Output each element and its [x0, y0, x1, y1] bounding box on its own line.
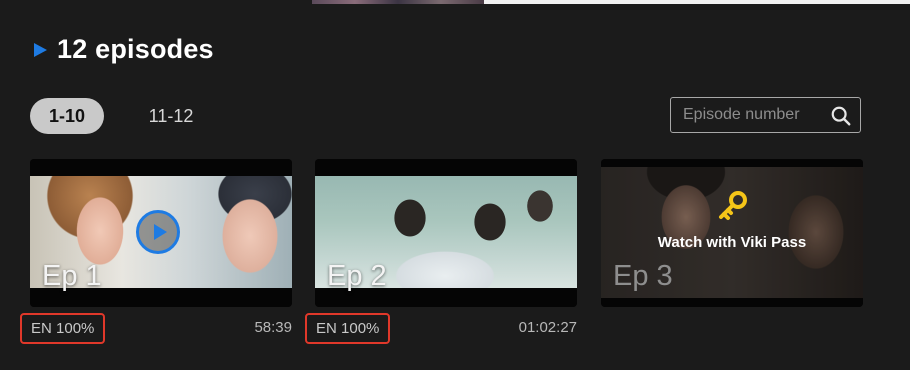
- viki-pass-text: Watch with Viki Pass: [657, 234, 807, 251]
- letterbox-top: [30, 159, 292, 176]
- play-marker-icon: [34, 42, 47, 57]
- episode-number-input[interactable]: [671, 105, 835, 125]
- episode-card-2[interactable]: Ep 2 EN 100% 01:02:27: [305, 159, 577, 345]
- letterbox-top: [601, 159, 863, 167]
- tab-11-12[interactable]: 11-12: [134, 98, 208, 134]
- episode-label: Ep 1: [42, 260, 102, 292]
- episode-meta: EN 100% 58:39: [20, 313, 292, 345]
- episode-card-1[interactable]: Ep 1 EN 100% 58:39: [20, 159, 292, 345]
- episodes-title: 12 episodes: [57, 34, 214, 64]
- episodes-page: 12 episodes 1-10 11-12 Ep 1 EN 100% 58:3…: [0, 0, 910, 370]
- episode-range-tabs: 1-10 11-12: [30, 98, 208, 134]
- search-icon[interactable]: [830, 105, 852, 127]
- subtitle-badge: EN 100%: [305, 313, 391, 344]
- episode-thumbnail[interactable]: Watch with Viki Pass Ep 3: [601, 159, 863, 307]
- episode-label: Ep 3: [613, 260, 673, 292]
- key-icon: [719, 191, 747, 220]
- play-icon: [153, 224, 167, 240]
- episode-duration: 01:02:27: [518, 319, 577, 336]
- top-panel: [484, 0, 910, 4]
- thumbnail-strip: [312, 0, 484, 4]
- episodes-header: 12 episodes: [34, 34, 214, 65]
- episode-card-3[interactable]: Watch with Viki Pass Ep 3: [601, 159, 863, 307]
- episode-label: Ep 2: [327, 260, 387, 292]
- episode-thumbnail[interactable]: Ep 2: [315, 159, 577, 307]
- tab-1-10[interactable]: 1-10: [30, 98, 104, 134]
- letterbox-top: [315, 159, 577, 176]
- play-button[interactable]: [136, 210, 180, 254]
- episode-thumbnail[interactable]: Ep 1: [30, 159, 292, 307]
- viki-pass-overlay: Watch with Viki Pass: [601, 189, 863, 251]
- letterbox-bottom: [601, 298, 863, 307]
- subtitle-badge: EN 100%: [20, 313, 106, 344]
- episode-duration: 58:39: [254, 319, 292, 336]
- episode-meta: EN 100% 01:02:27: [305, 313, 577, 345]
- top-strip: [0, 0, 910, 4]
- episode-search: [670, 97, 861, 133]
